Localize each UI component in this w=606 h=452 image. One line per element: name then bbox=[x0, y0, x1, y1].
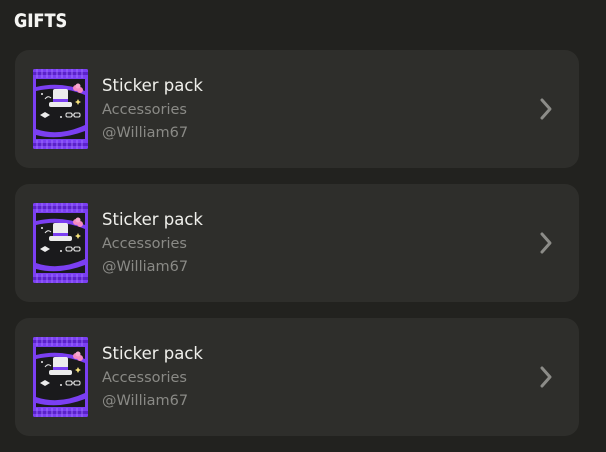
gift-category: Accessories bbox=[102, 102, 187, 118]
chevron-right-icon[interactable] bbox=[539, 365, 553, 389]
gift-card[interactable]: Sticker pack Accessories @William67 bbox=[15, 318, 579, 436]
gift-title: Sticker pack bbox=[102, 76, 203, 95]
gift-sender: @William67 bbox=[102, 393, 189, 409]
gift-text: Sticker pack Accessories @William67 bbox=[102, 209, 203, 279]
gift-card[interactable]: Sticker pack Accessories @William67 bbox=[15, 50, 579, 168]
gift-text: Sticker pack Accessories @William67 bbox=[102, 343, 203, 413]
sticker-pack-icon bbox=[33, 69, 88, 149]
gift-list: Sticker pack Accessories @William67 Stic… bbox=[15, 50, 579, 452]
gift-category: Accessories bbox=[102, 236, 187, 252]
gift-title: Sticker pack bbox=[102, 344, 203, 363]
gift-sender: @William67 bbox=[102, 125, 189, 141]
gift-title: Sticker pack bbox=[102, 210, 203, 229]
gift-sender: @William67 bbox=[102, 259, 189, 275]
chevron-right-icon[interactable] bbox=[539, 231, 553, 255]
section-title: GIFTS bbox=[14, 10, 68, 32]
chevron-right-icon[interactable] bbox=[539, 97, 553, 121]
gift-category: Accessories bbox=[102, 370, 187, 386]
gift-card[interactable]: Sticker pack Accessories @William67 bbox=[15, 184, 579, 302]
sticker-pack-icon bbox=[33, 337, 88, 417]
sticker-pack-icon bbox=[33, 203, 88, 283]
gift-text: Sticker pack Accessories @William67 bbox=[102, 75, 203, 145]
